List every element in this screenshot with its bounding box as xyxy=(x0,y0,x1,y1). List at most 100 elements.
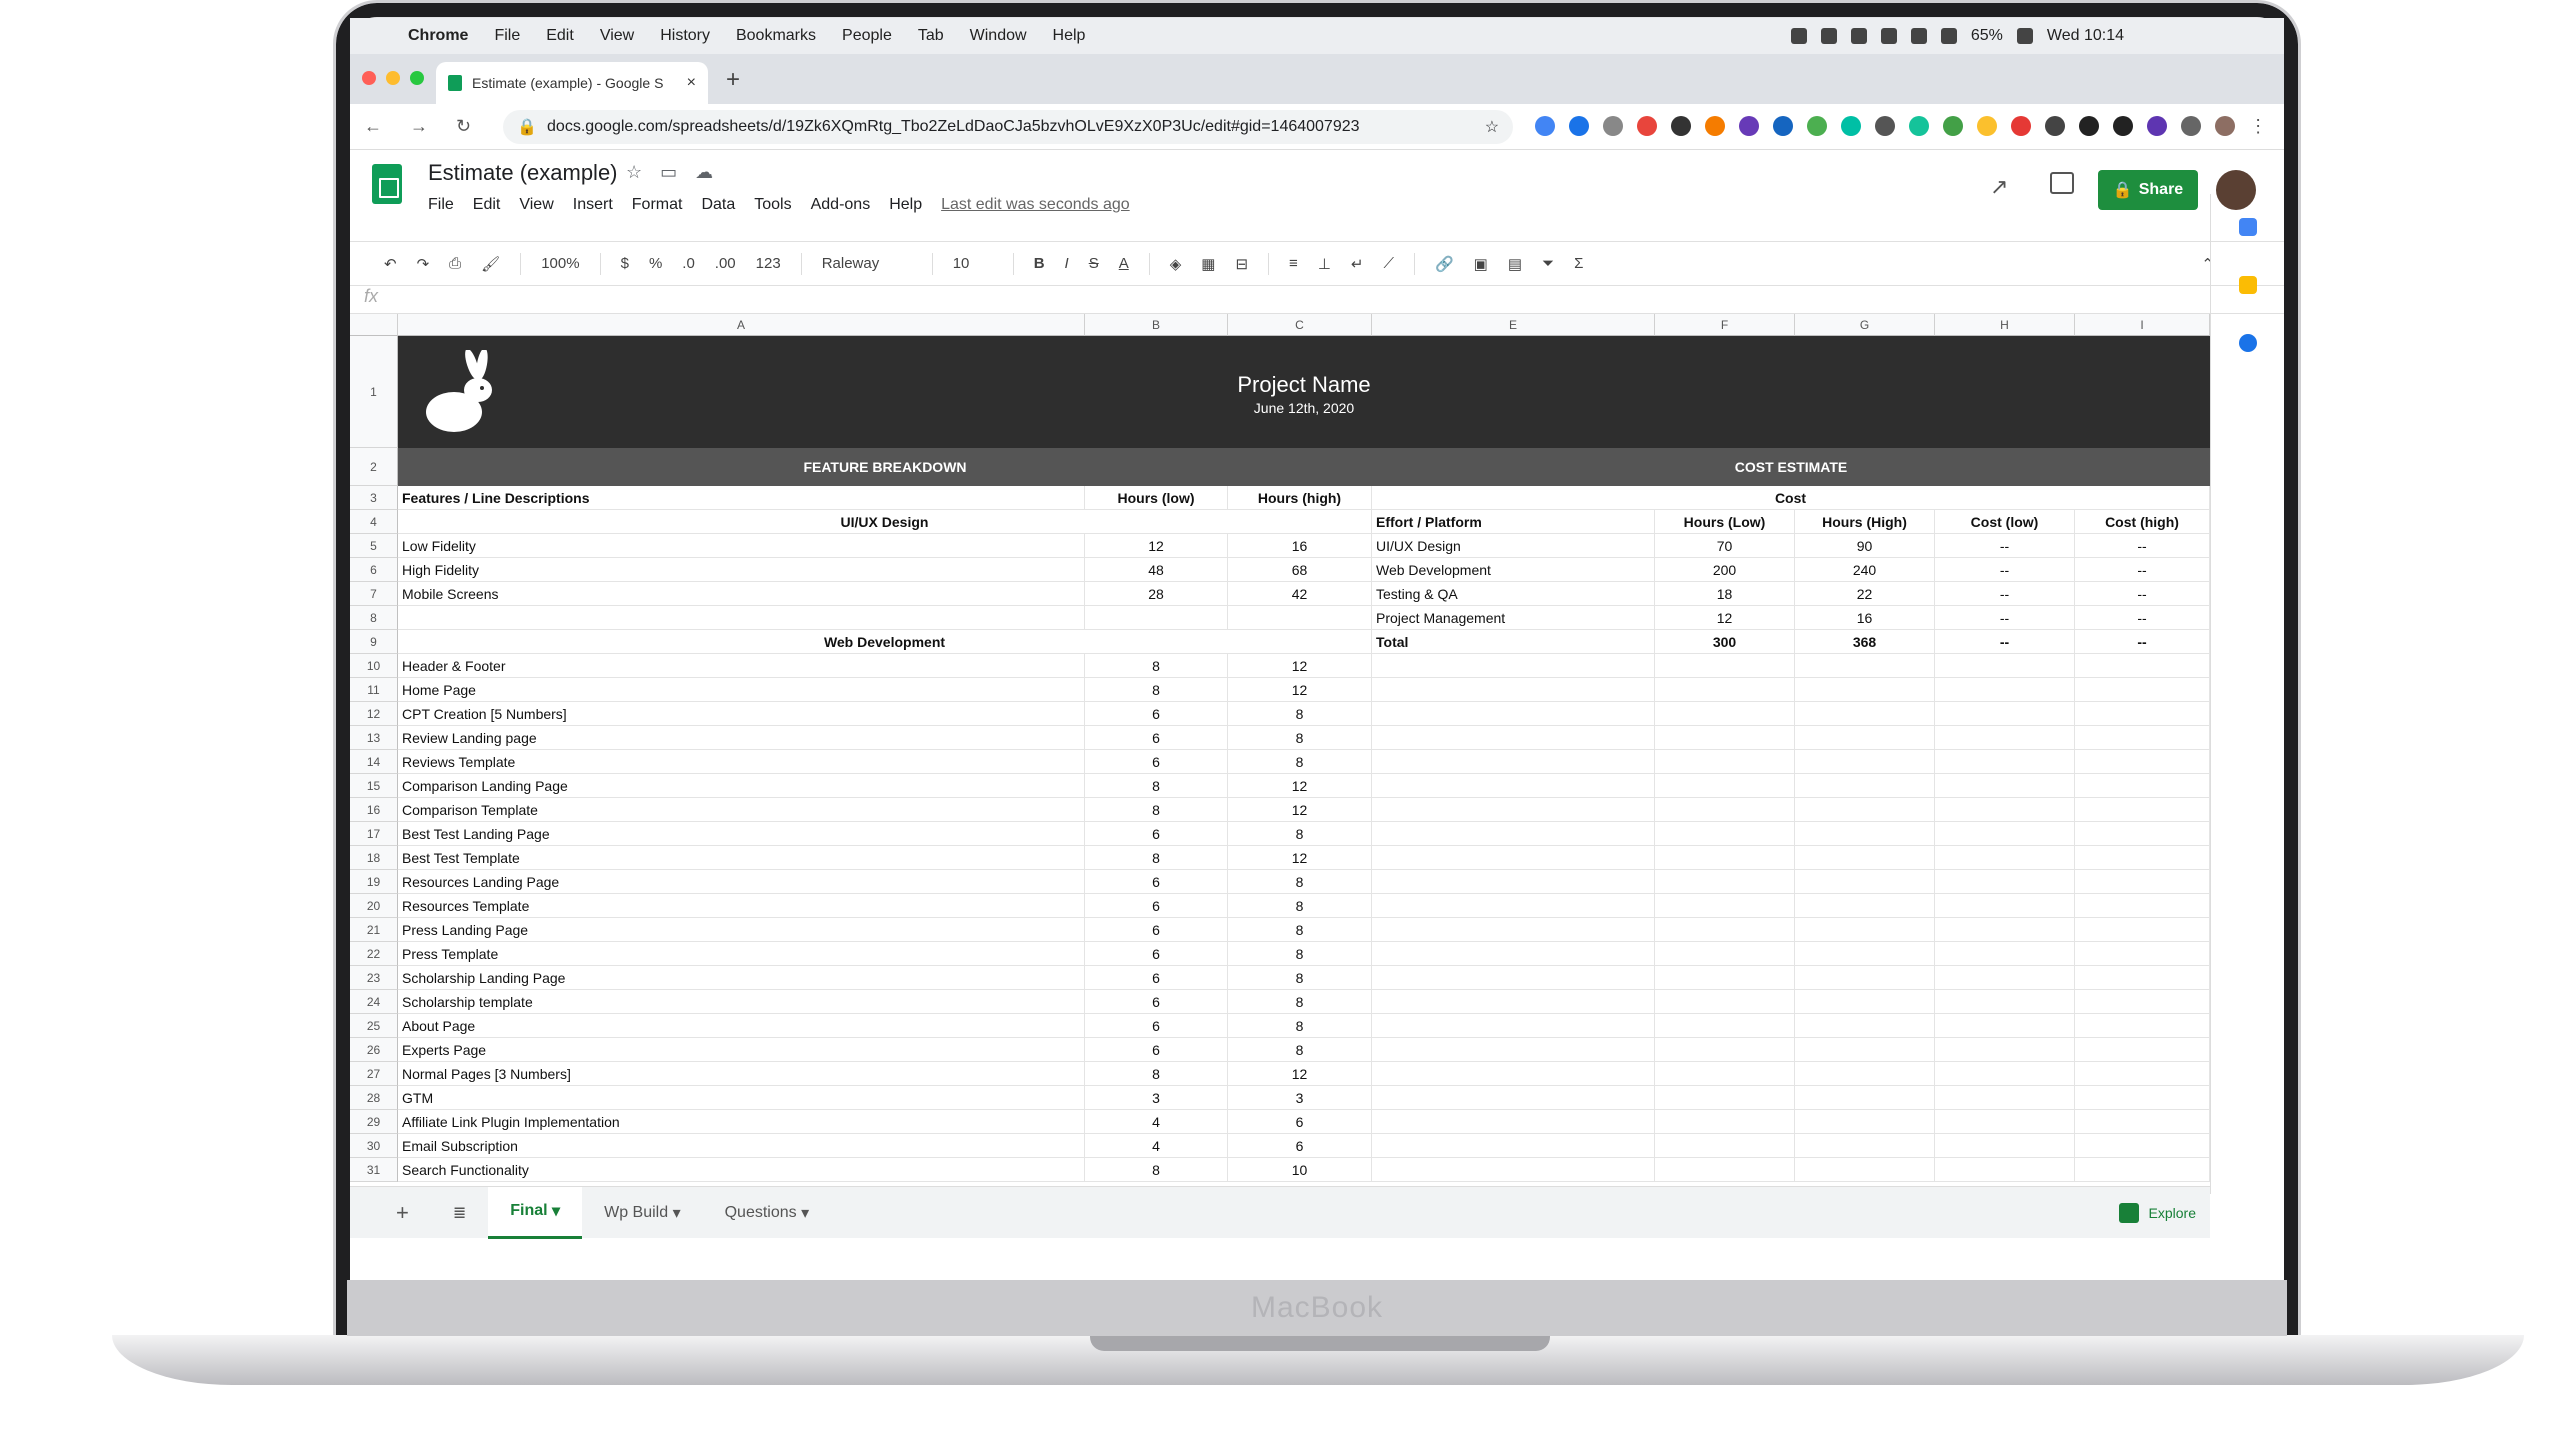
empty-cell[interactable] xyxy=(1795,774,1935,798)
row-header[interactable]: 8 xyxy=(350,606,398,630)
empty-cell[interactable] xyxy=(1655,1014,1795,1038)
cost-cell[interactable]: -- xyxy=(1935,630,2075,654)
hours-high[interactable]: 8 xyxy=(1228,990,1372,1014)
column-header[interactable]: E xyxy=(1372,314,1655,336)
hours-high[interactable]: 10 xyxy=(1228,1158,1372,1182)
cost-cell[interactable]: -- xyxy=(2075,582,2210,606)
hours-low[interactable]: 12 xyxy=(1085,534,1228,558)
row-header[interactable]: 12 xyxy=(350,702,398,726)
empty-cell[interactable] xyxy=(1655,990,1795,1014)
feature-name[interactable]: About Page xyxy=(398,1014,1085,1038)
empty-cell[interactable] xyxy=(1655,1062,1795,1086)
bookmark-star-icon[interactable]: ☆ xyxy=(1485,117,1499,137)
hours-low[interactable]: 6 xyxy=(1085,894,1228,918)
empty-cell[interactable] xyxy=(1655,774,1795,798)
strikethrough-icon[interactable]: S xyxy=(1089,255,1099,272)
row-header[interactable]: 28 xyxy=(350,1086,398,1110)
extension-icon[interactable] xyxy=(1773,116,1794,136)
browser-tab[interactable]: Estimate (example) - Google S × xyxy=(436,62,708,104)
hours-high[interactable]: 8 xyxy=(1228,942,1372,966)
empty-cell[interactable] xyxy=(1655,822,1795,846)
empty-cell[interactable] xyxy=(1795,918,1935,942)
empty-cell[interactable] xyxy=(1655,1158,1795,1182)
empty-cell[interactable] xyxy=(1372,918,1655,942)
cost-cell[interactable]: 70 xyxy=(1655,534,1795,558)
lock-icon[interactable]: 🔒 xyxy=(517,117,537,137)
empty-cell[interactable] xyxy=(1372,894,1655,918)
row-header[interactable]: 16 xyxy=(350,798,398,822)
document-title[interactable]: Estimate (example) xyxy=(428,160,618,186)
status-icon[interactable] xyxy=(1880,28,1897,44)
empty-cell[interactable] xyxy=(2075,1038,2210,1062)
status-icon[interactable] xyxy=(1790,28,1807,44)
cost-cell[interactable]: 90 xyxy=(1795,534,1935,558)
empty-cell[interactable] xyxy=(1655,918,1795,942)
filter-icon[interactable]: ⏷ xyxy=(1542,255,1554,272)
paint-format-icon[interactable]: 🖌 xyxy=(481,255,500,273)
hours-low[interactable]: 6 xyxy=(1085,822,1228,846)
row-header[interactable]: 22 xyxy=(350,942,398,966)
back-icon[interactable]: ← xyxy=(364,116,382,137)
formula-bar[interactable]: fx xyxy=(350,286,2284,314)
empty-cell[interactable] xyxy=(1372,1110,1655,1134)
empty-cell[interactable] xyxy=(1935,894,2075,918)
empty-cell[interactable] xyxy=(1372,822,1655,846)
cost-cell[interactable]: 16 xyxy=(1795,606,1935,630)
empty-cell[interactable] xyxy=(1655,942,1795,966)
empty-cell[interactable] xyxy=(2075,918,2210,942)
cost-header[interactable]: Effort / Platform xyxy=(1372,510,1655,534)
empty-cell[interactable] xyxy=(2075,678,2210,702)
all-sheets-icon[interactable]: ≣ xyxy=(431,1187,488,1239)
row-header[interactable]: 30 xyxy=(350,1134,398,1158)
feature-name[interactable]: Experts Page xyxy=(398,1038,1085,1062)
empty-cell[interactable] xyxy=(1655,846,1795,870)
hours-low[interactable]: 6 xyxy=(1085,942,1228,966)
empty-cell[interactable] xyxy=(1655,1110,1795,1134)
empty-cell[interactable] xyxy=(1655,1038,1795,1062)
cost-title[interactable]: Cost xyxy=(1372,486,2210,510)
cost-cell[interactable]: -- xyxy=(1935,606,2075,630)
hours-high[interactable]: 12 xyxy=(1228,846,1372,870)
empty-cell[interactable] xyxy=(1795,894,1935,918)
empty-cell[interactable] xyxy=(1935,654,2075,678)
feature-name[interactable]: Press Template xyxy=(398,942,1085,966)
fill-color-icon[interactable]: ◈ xyxy=(1170,255,1182,273)
row-header[interactable]: 3 xyxy=(350,486,398,510)
extension-icon[interactable] xyxy=(1637,116,1658,136)
extension-icon[interactable] xyxy=(2079,116,2100,136)
cost-header[interactable]: Cost (low) xyxy=(1935,510,2075,534)
hours-low[interactable]: 8 xyxy=(1085,846,1228,870)
empty-cell[interactable] xyxy=(1935,966,2075,990)
empty-cell[interactable] xyxy=(2075,774,2210,798)
feature-name[interactable]: Press Landing Page xyxy=(398,918,1085,942)
new-tab-icon[interactable]: + xyxy=(726,66,740,94)
cost-cell[interactable]: 200 xyxy=(1655,558,1795,582)
empty-cell[interactable] xyxy=(1655,798,1795,822)
cloud-status-icon[interactable]: ☁ xyxy=(695,162,713,183)
empty-cell[interactable] xyxy=(1935,1038,2075,1062)
empty-cell[interactable] xyxy=(1655,1086,1795,1110)
minimize-window-icon[interactable] xyxy=(386,71,400,85)
column-header[interactable]: F xyxy=(1655,314,1795,336)
empty-cell[interactable] xyxy=(2075,894,2210,918)
empty-cell[interactable] xyxy=(1372,1062,1655,1086)
empty-cell[interactable] xyxy=(1372,678,1655,702)
empty-cell[interactable] xyxy=(1935,846,2075,870)
tab-questions[interactable]: Questions ▾ xyxy=(703,1187,832,1239)
extension-icon[interactable] xyxy=(1875,116,1896,136)
empty-cell[interactable] xyxy=(1372,726,1655,750)
empty-cell[interactable] xyxy=(1795,798,1935,822)
empty-cell[interactable] xyxy=(1795,702,1935,726)
empty-cell[interactable] xyxy=(1795,822,1935,846)
group-uiux[interactable]: UI/UX Design xyxy=(398,510,1372,534)
hours-high[interactable] xyxy=(1228,606,1372,630)
row-header[interactable]: 18 xyxy=(350,846,398,870)
empty-cell[interactable] xyxy=(1372,654,1655,678)
empty-cell[interactable] xyxy=(1795,1014,1935,1038)
empty-cell[interactable] xyxy=(2075,870,2210,894)
move-folder-icon[interactable]: ▭ xyxy=(660,162,677,183)
profile-icon[interactable] xyxy=(2215,116,2236,136)
empty-cell[interactable] xyxy=(2075,750,2210,774)
redo-icon[interactable]: ↷ xyxy=(417,255,430,273)
hours-high[interactable]: 8 xyxy=(1228,918,1372,942)
